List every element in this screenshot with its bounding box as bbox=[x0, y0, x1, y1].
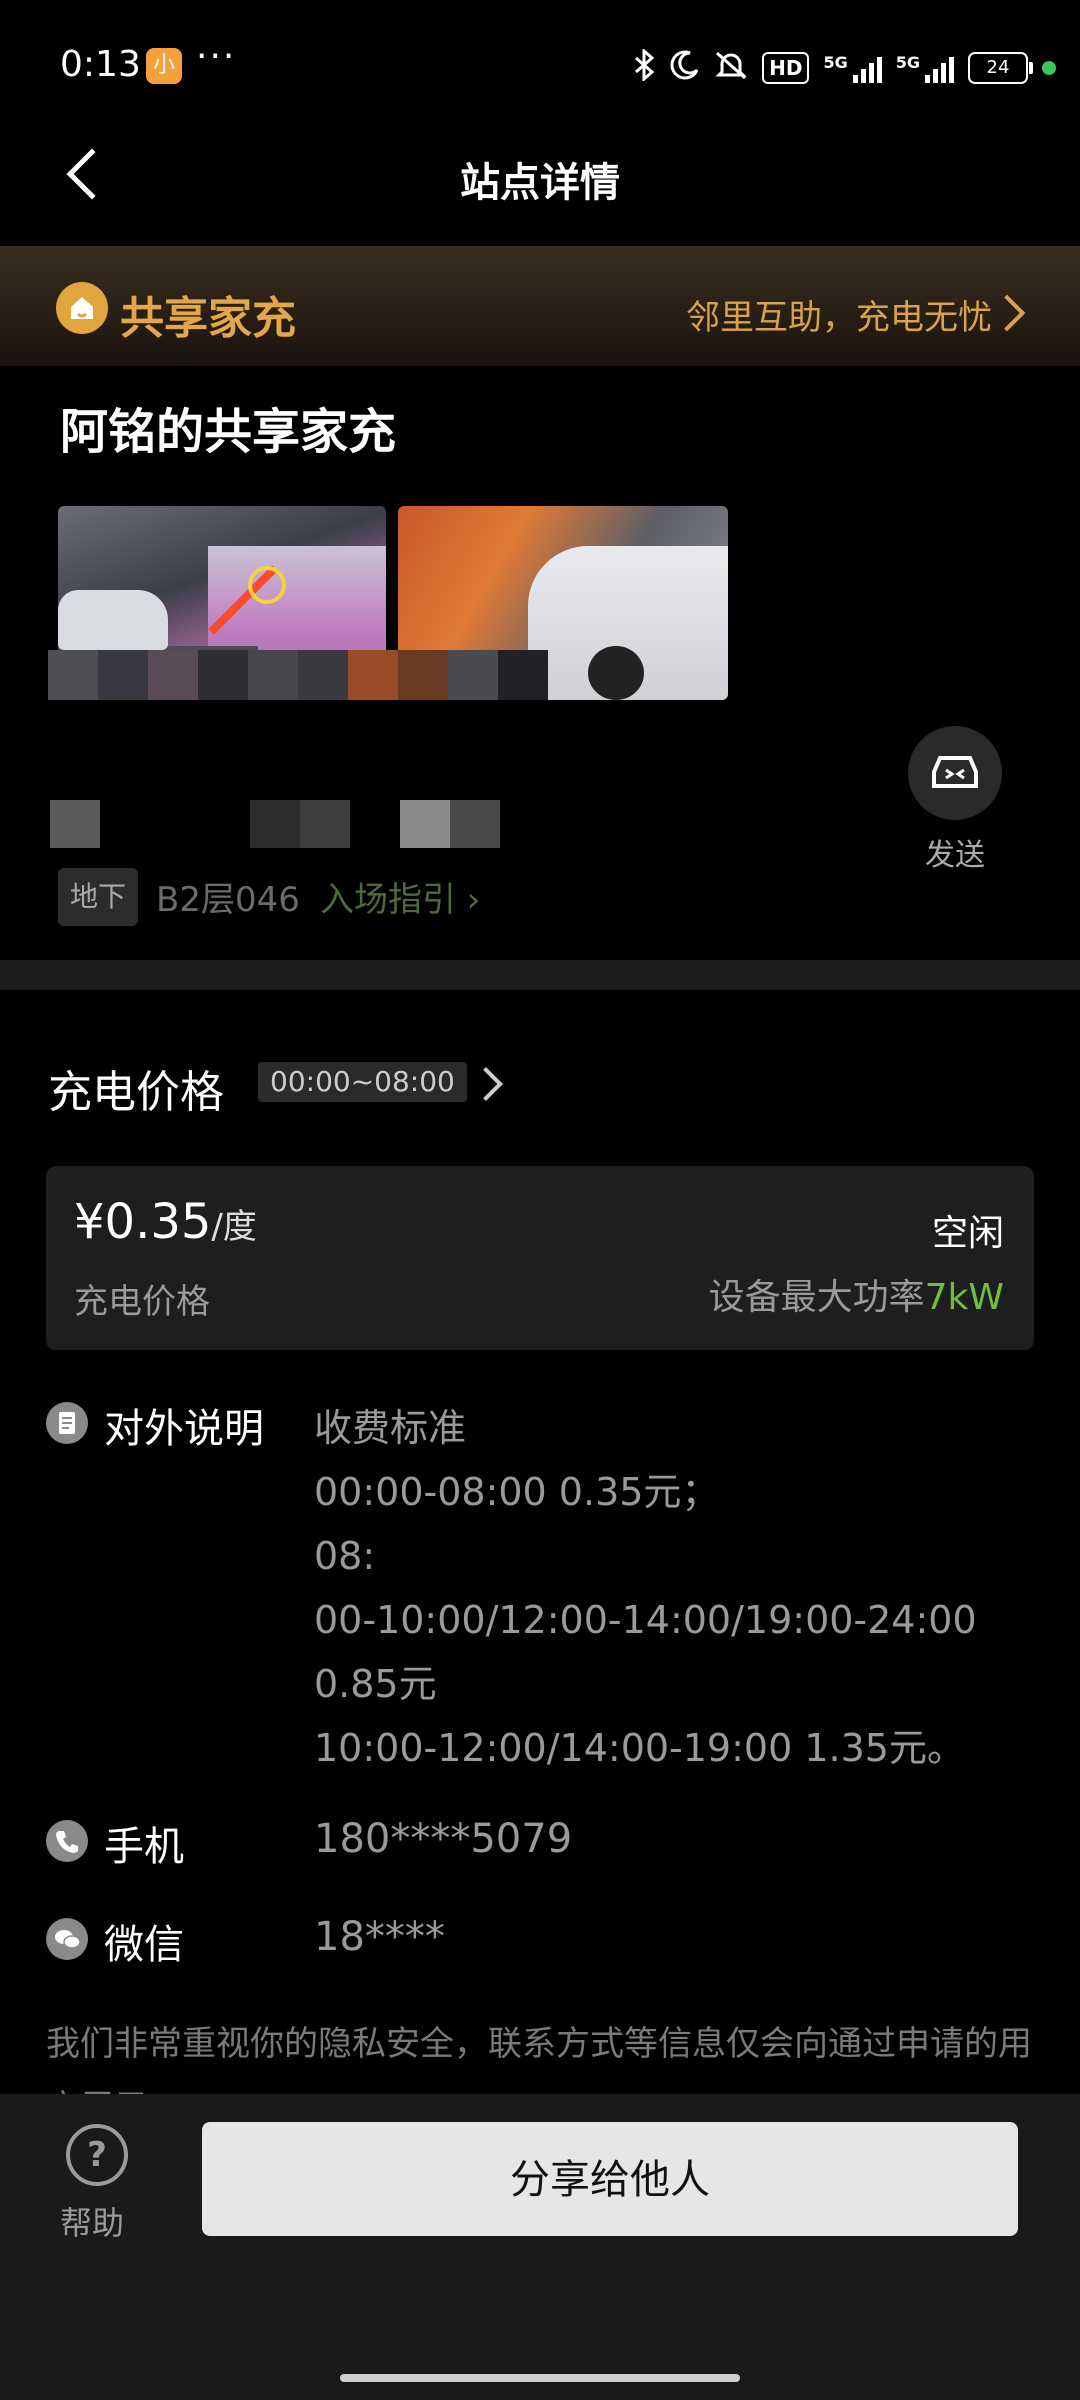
description-text: 收费标准 00:00-08:00 0.35元； 08: 00-10:00/12:… bbox=[314, 1406, 977, 1770]
share-button[interactable]: 分享给他人 bbox=[202, 2122, 1018, 2236]
mute-icon bbox=[714, 50, 748, 87]
address-mosaic-2 bbox=[250, 800, 300, 848]
price-value: ¥0.35/度 bbox=[74, 1194, 257, 1250]
max-power-value: 7kW bbox=[924, 1277, 1004, 1318]
price-unit: /度 bbox=[211, 1207, 257, 1247]
network-type-1: 5G bbox=[823, 53, 848, 72]
banner-title: 共享家充 bbox=[120, 293, 296, 344]
status-bar: 0:13 小 ··· HD 5G 5G 24 bbox=[0, 0, 1080, 130]
help-label[interactable]: 帮助 bbox=[60, 2198, 124, 2244]
photo-blur-strip bbox=[48, 650, 748, 700]
home-icon bbox=[56, 282, 108, 334]
page-title: 站点详情 bbox=[460, 160, 620, 206]
station-name: 阿铭的共享家充 bbox=[60, 404, 397, 460]
send-to-car-button[interactable] bbox=[908, 726, 1002, 820]
price-label: 充电价格 bbox=[74, 1282, 210, 1322]
phone-value[interactable]: 180****5079 bbox=[314, 1816, 572, 1862]
network-type-2: 5G bbox=[895, 53, 920, 72]
hd-voice-icon: HD bbox=[762, 52, 810, 84]
wechat-value[interactable]: 18**** bbox=[314, 1914, 445, 1960]
document-icon bbox=[46, 1402, 88, 1444]
moon-icon bbox=[670, 50, 700, 87]
max-power: 设备最大功率7kW bbox=[709, 1268, 1004, 1320]
price-section-title: 充电价格 bbox=[48, 1067, 224, 1118]
price-amount: ¥0.35 bbox=[74, 1194, 212, 1250]
phone-icon bbox=[46, 1820, 88, 1862]
price-time-range[interactable]: 00:00~08:00 bbox=[258, 1062, 467, 1102]
banner-slogan[interactable]: 邻里互助，充电无忧 bbox=[686, 290, 992, 339]
section-divider bbox=[0, 960, 1080, 990]
chevron-right-icon[interactable] bbox=[469, 1067, 503, 1101]
app-notification-icon: 小 bbox=[146, 48, 182, 84]
address-mosaic-5 bbox=[450, 800, 500, 848]
signal-icon-1: 5G bbox=[823, 53, 882, 83]
wechat-icon bbox=[46, 1918, 88, 1960]
status-time: 0:13 bbox=[60, 44, 141, 85]
description-label: 对外说明 bbox=[104, 1406, 264, 1452]
send-label: 发送 bbox=[925, 838, 985, 873]
address-mosaic-1 bbox=[50, 800, 100, 848]
status-icons: HD 5G 5G 24 bbox=[634, 47, 1056, 88]
entry-guide-label: 入场指引 bbox=[320, 880, 456, 920]
address-mosaic-3 bbox=[300, 800, 350, 848]
status-badge: 空闲 bbox=[931, 1213, 1004, 1254]
signal-icon-2: 5G bbox=[896, 53, 954, 83]
battery-icon: 24 bbox=[968, 52, 1033, 84]
privacy-indicator-dot bbox=[1042, 61, 1056, 75]
phone-label: 手机 bbox=[104, 1824, 184, 1870]
entry-guide-link[interactable]: 入场指引 › bbox=[320, 872, 480, 921]
location-text: B2层046 bbox=[156, 880, 300, 920]
max-power-label: 设备最大功率 bbox=[708, 1277, 925, 1318]
address-mosaic-4 bbox=[400, 800, 450, 848]
help-icon[interactable]: ? bbox=[66, 2124, 128, 2186]
more-notifications-icon: ··· bbox=[196, 36, 237, 77]
home-indicator[interactable] bbox=[340, 2374, 740, 2382]
bluetooth-icon bbox=[634, 47, 656, 88]
location-tag: 地下 bbox=[58, 868, 139, 926]
wechat-label: 微信 bbox=[104, 1922, 184, 1968]
